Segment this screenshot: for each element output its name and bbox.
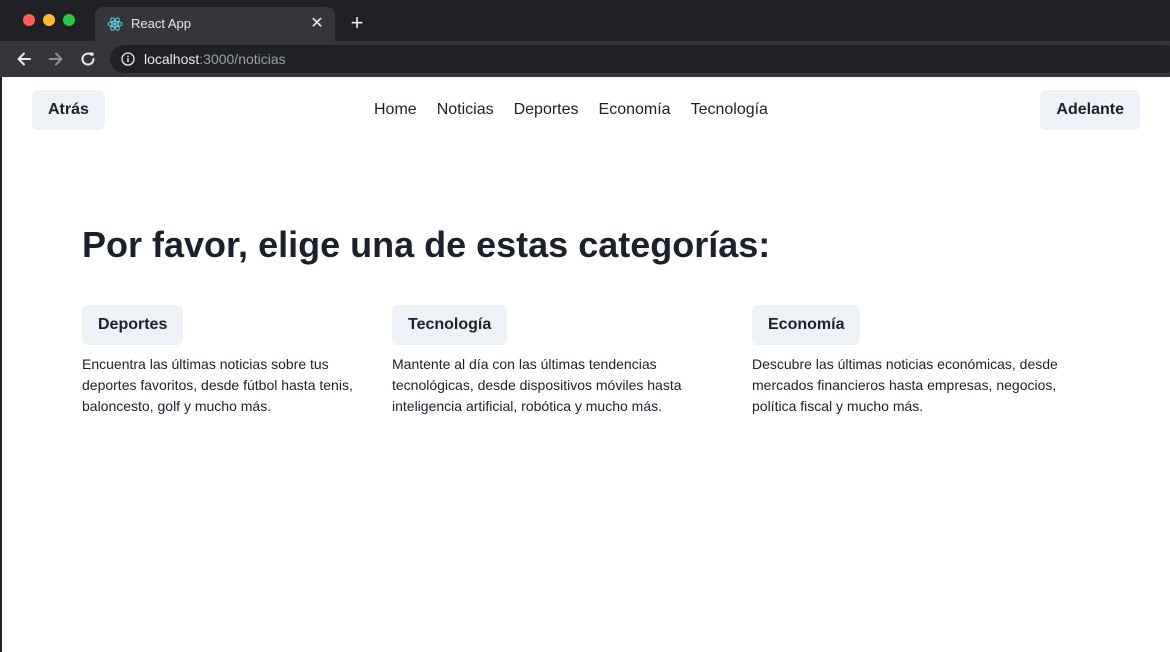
browser-toolbar: localhost:3000/noticias [0, 41, 1170, 77]
back-arrow-icon[interactable] [14, 49, 34, 69]
page-title: Por favor, elige una de estas categorías… [82, 224, 771, 265]
nav-link-tecnologia[interactable]: Tecnología [691, 100, 768, 120]
tab-title: React App [131, 16, 191, 31]
nav-link-home[interactable]: Home [374, 100, 417, 120]
category-button-tecnologia[interactable]: Tecnología [392, 305, 508, 345]
main-nav: Home Noticias Deportes Economía Tecnolog… [374, 100, 768, 120]
forward-arrow-icon[interactable] [46, 49, 66, 69]
new-tab-icon[interactable]: + [347, 12, 367, 34]
close-window-button[interactable] [23, 14, 35, 26]
back-button[interactable]: Atrás [32, 90, 105, 130]
nav-link-noticias[interactable]: Noticias [437, 100, 494, 120]
address-bar[interactable]: localhost:3000/noticias [110, 45, 1170, 73]
category-description: Encuentra las últimas noticias sobre tus… [82, 356, 353, 414]
page-content: Atrás Home Noticias Deportes Economía Te… [2, 77, 1170, 652]
category-description: Descubre las últimas noticias económicas… [752, 356, 1058, 414]
forward-button[interactable]: Adelante [1040, 90, 1140, 130]
category-button-economia[interactable]: Economía [752, 305, 861, 345]
nav-link-economia[interactable]: Economía [599, 100, 671, 120]
react-logo-icon [107, 17, 123, 31]
url-text[interactable]: localhost:3000/noticias [144, 51, 286, 67]
browser-tab[interactable]: React App ✕ [95, 7, 335, 41]
url-path: :3000/noticias [199, 51, 286, 67]
url-host: localhost [144, 51, 200, 67]
nav-link-deportes[interactable]: Deportes [514, 100, 579, 120]
reload-icon[interactable] [78, 49, 98, 69]
maximize-window-button[interactable] [63, 14, 75, 26]
browser-tab-bar: React App ✕ + [0, 0, 1170, 41]
category-description: Mantente al día con las últimas tendenci… [392, 356, 682, 414]
category-card-economia: Economía Descubre las últimas noticias e… [752, 305, 1087, 417]
minimize-window-button[interactable] [43, 14, 55, 26]
category-card-deportes: Deportes Encuentra las últimas noticias … [82, 305, 377, 417]
category-card-tecnologia: Tecnología Mantente al día con las últim… [392, 305, 717, 417]
category-button-deportes[interactable]: Deportes [82, 305, 184, 345]
info-icon[interactable] [121, 52, 135, 66]
close-tab-icon[interactable]: ✕ [308, 15, 326, 33]
